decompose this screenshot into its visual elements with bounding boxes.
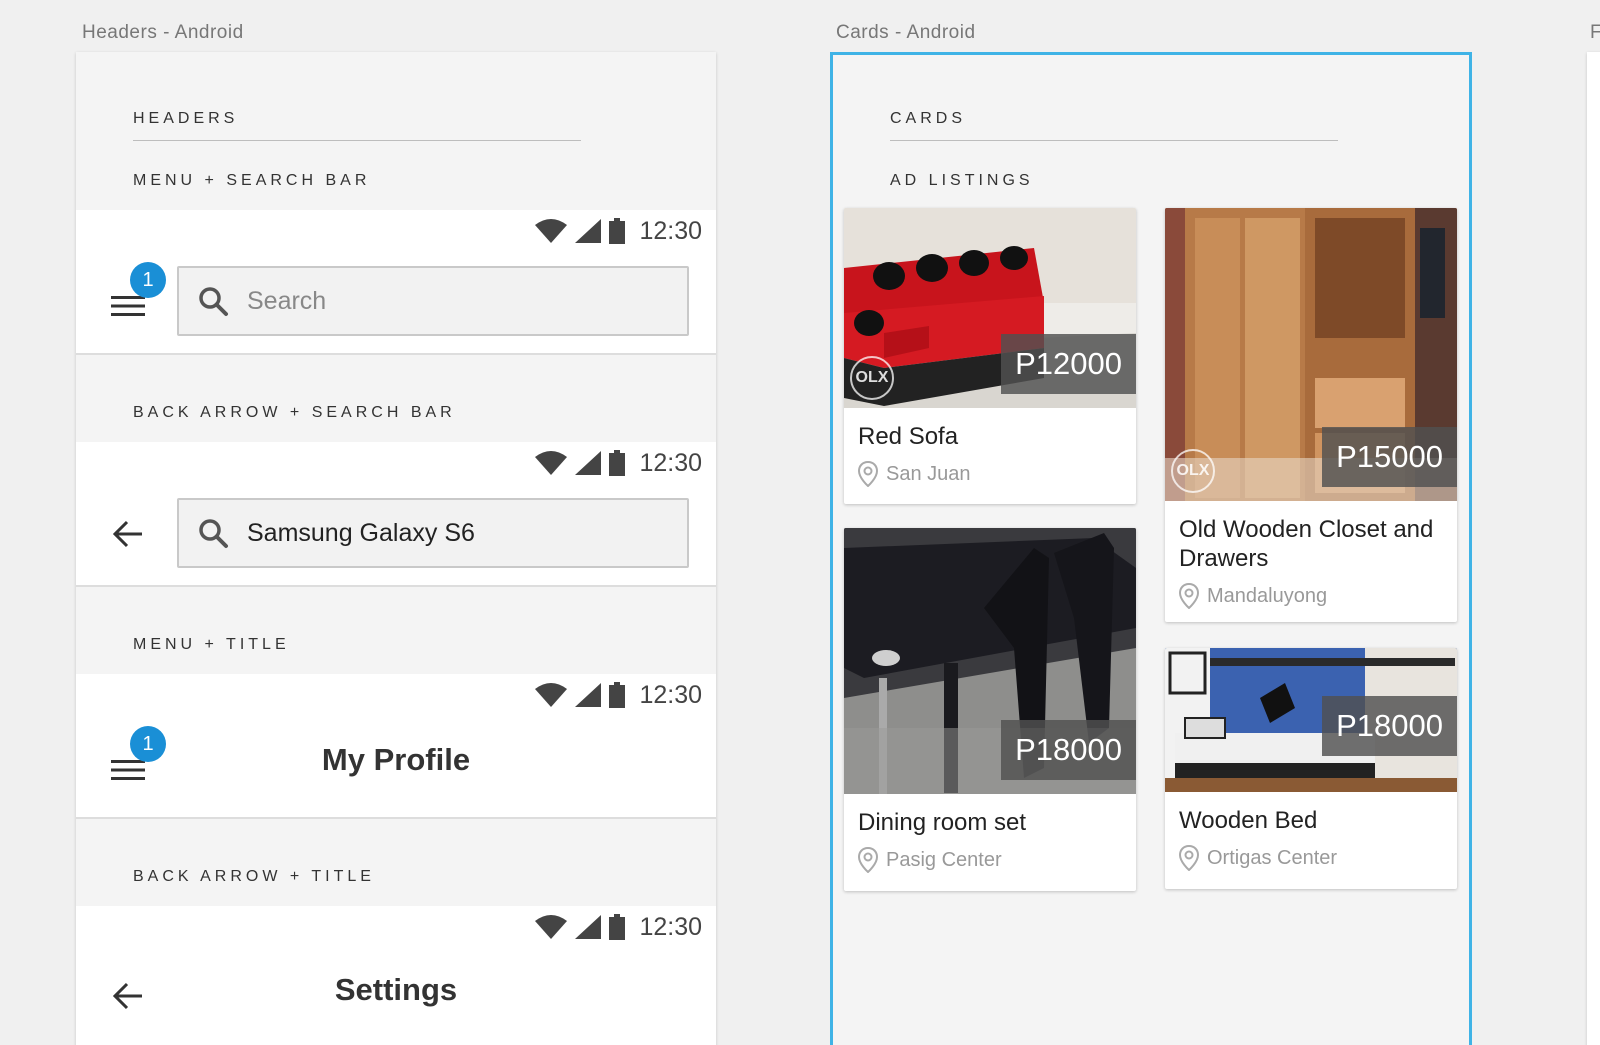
signal-icon [575,219,602,243]
location-text: San Juan [886,462,971,485]
search-placeholder: Search [247,286,327,315]
search-input[interactable]: Samsung Galaxy S6 [177,498,689,568]
artboard-headers[interactable]: HEADERS MENU + SEARCH BAR 12:30 1 Search… [76,52,716,1045]
subtitle-back-title: BACK ARROW + TITLE [133,868,375,885]
search-value: Samsung Galaxy S6 [247,518,475,547]
header-back-search: 12:30 Samsung Galaxy S6 [76,442,716,587]
listing-card[interactable]: P18000 Dining room set Pasig Center [844,528,1136,891]
search-icon [199,519,228,548]
artboard-label-third[interactable]: F [1590,22,1600,44]
section-divider [890,140,1338,141]
battery-icon [609,450,626,476]
artboard-label-headers[interactable]: Headers - Android [82,22,244,44]
artboard-cards[interactable]: CARDS AD LISTINGS OLX P12000 Red Sofa Sa… [830,52,1472,1045]
search-icon [199,287,228,316]
signal-icon [575,915,602,939]
listing-title: Dining room set [858,809,1027,836]
listing-image: OLX P15000 [1165,208,1457,501]
listing-image: P18000 [844,528,1136,794]
listing-location: Mandaluyong [1165,573,1457,609]
price-tag: P15000 [1322,427,1457,487]
battery-icon [609,218,626,244]
listing-card[interactable]: OLX P12000 Red Sofa San Juan [844,208,1136,504]
location-pin-icon [858,461,878,487]
listing-location: San Juan [844,451,1136,487]
listing-title: Old Wooden Closet and Drawers [1179,516,1434,572]
notification-badge: 1 [130,262,166,298]
wifi-icon [535,915,568,939]
location-text: Pasig Center [886,848,1002,871]
status-time: 12:30 [639,912,702,941]
wifi-icon [535,451,568,475]
price-tag: P12000 [1001,334,1136,394]
listing-card[interactable]: OLX P15000 Old Wooden Closet and Drawers… [1165,208,1457,622]
location-text: Mandaluyong [1207,584,1328,607]
status-bar: 12:30 [535,216,702,245]
listing-location: Ortigas Center [1165,835,1457,871]
signal-icon [575,683,602,707]
status-bar: 12:30 [535,680,702,709]
location-text: Ortigas Center [1207,846,1338,869]
battery-icon [609,682,626,708]
subtitle-menu-title: MENU + TITLE [133,636,290,653]
search-input[interactable]: Search [177,266,689,336]
section-title-headers: HEADERS [133,110,239,127]
price-tag: P18000 [1322,696,1457,756]
location-pin-icon [1179,845,1199,871]
listing-title: Red Sofa [858,423,959,450]
menu-icon [111,296,145,316]
back-arrow-icon [112,520,142,548]
header-menu-search: 12:30 1 Search [76,210,716,355]
header-menu-title: 12:30 1 My Profile [76,674,716,819]
artboard-third[interactable] [1587,52,1600,1045]
page-title: Settings [334,972,458,1007]
listing-card[interactable]: P18000 Wooden Bed Ortigas Center [1165,648,1457,889]
subtitle-menu-search: MENU + SEARCH BAR [133,172,371,189]
location-pin-icon [1179,583,1199,609]
status-time: 12:30 [639,680,702,709]
header-back-title: 12:30 Settings [76,906,716,1045]
olx-watermark: OLX [1171,449,1215,493]
listing-title: Wooden Bed [1179,807,1318,834]
olx-watermark: OLX [850,356,894,400]
status-bar: 12:30 [535,448,702,477]
status-bar: 12:30 [535,912,702,941]
artboard-label-cards[interactable]: Cards - Android [836,22,976,44]
signal-icon [575,451,602,475]
listing-image: OLX P12000 [844,208,1136,408]
wifi-icon [535,219,568,243]
status-time: 12:30 [639,448,702,477]
section-divider [133,140,581,141]
page-title: My Profile [321,742,471,777]
wifi-icon [535,683,568,707]
status-time: 12:30 [639,216,702,245]
listing-location: Pasig Center [844,837,1136,873]
location-pin-icon [858,847,878,873]
listing-image: P18000 [1165,648,1457,792]
battery-icon [609,914,626,940]
subtitle-back-search: BACK ARROW + SEARCH BAR [133,404,456,421]
back-button[interactable] [108,514,148,554]
section-title-cards: CARDS [890,110,967,127]
price-tag: P18000 [1001,720,1136,780]
subtitle-ad-listings: AD LISTINGS [890,172,1034,189]
